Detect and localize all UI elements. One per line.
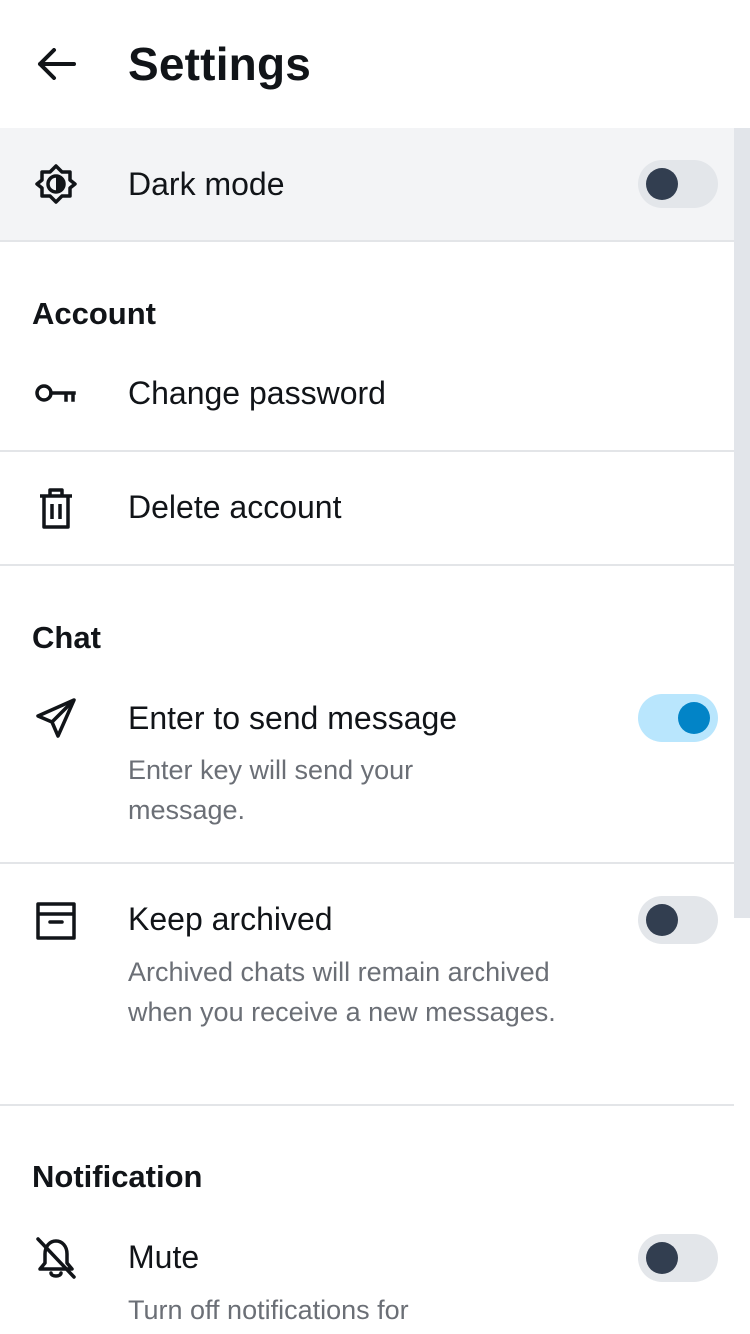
archive-icon [30, 894, 82, 946]
dark-mode-row[interactable]: Dark mode [0, 128, 734, 240]
back-button[interactable] [30, 40, 82, 88]
enter-to-send-toggle[interactable] [638, 694, 718, 742]
section-title-notification: Notification [32, 1159, 203, 1194]
divider [0, 1104, 734, 1106]
toggle-knob [646, 168, 678, 200]
change-password-row[interactable]: Change password [0, 340, 734, 450]
arrow-left-icon [38, 48, 76, 80]
app-header: Settings [0, 0, 750, 128]
key-icon [30, 367, 82, 419]
enter-to-send-label: Enter to send message [128, 700, 458, 736]
change-password-label: Change password [128, 375, 386, 411]
dark-mode-toggle[interactable] [638, 160, 718, 208]
keep-archived-row[interactable]: Keep archived Archived chats will remain… [0, 864, 734, 1104]
section-title-account: Account [32, 296, 156, 331]
scrollbar[interactable] [734, 128, 750, 918]
keep-archived-toggle[interactable] [638, 896, 718, 944]
trash-icon [30, 482, 82, 534]
contrast-icon [30, 158, 82, 210]
mute-label: Mute [128, 1239, 200, 1275]
bell-off-icon [30, 1232, 82, 1284]
delete-account-row[interactable]: Delete account [0, 452, 734, 564]
toggle-knob [646, 904, 678, 936]
page-title: Settings [128, 38, 312, 90]
divider [0, 564, 734, 566]
delete-account-label: Delete account [128, 489, 342, 525]
send-icon [30, 692, 82, 744]
enter-to-send-row[interactable]: Enter to send message Enter key will sen… [0, 664, 734, 862]
keep-archived-label: Keep archived [128, 901, 333, 937]
keep-archived-description: Archived chats will remain archived when… [128, 957, 556, 1027]
mute-description: Turn off notifications for [128, 1295, 409, 1325]
mute-row[interactable]: Mute Turn off notifications for [0, 1204, 734, 1334]
section-title-chat: Chat [32, 620, 101, 655]
enter-to-send-description: Enter key will send your message. [128, 755, 414, 825]
mute-toggle[interactable] [638, 1234, 718, 1282]
dark-mode-label: Dark mode [128, 166, 285, 202]
toggle-knob [678, 702, 710, 734]
toggle-knob [646, 1242, 678, 1274]
divider [0, 240, 734, 242]
